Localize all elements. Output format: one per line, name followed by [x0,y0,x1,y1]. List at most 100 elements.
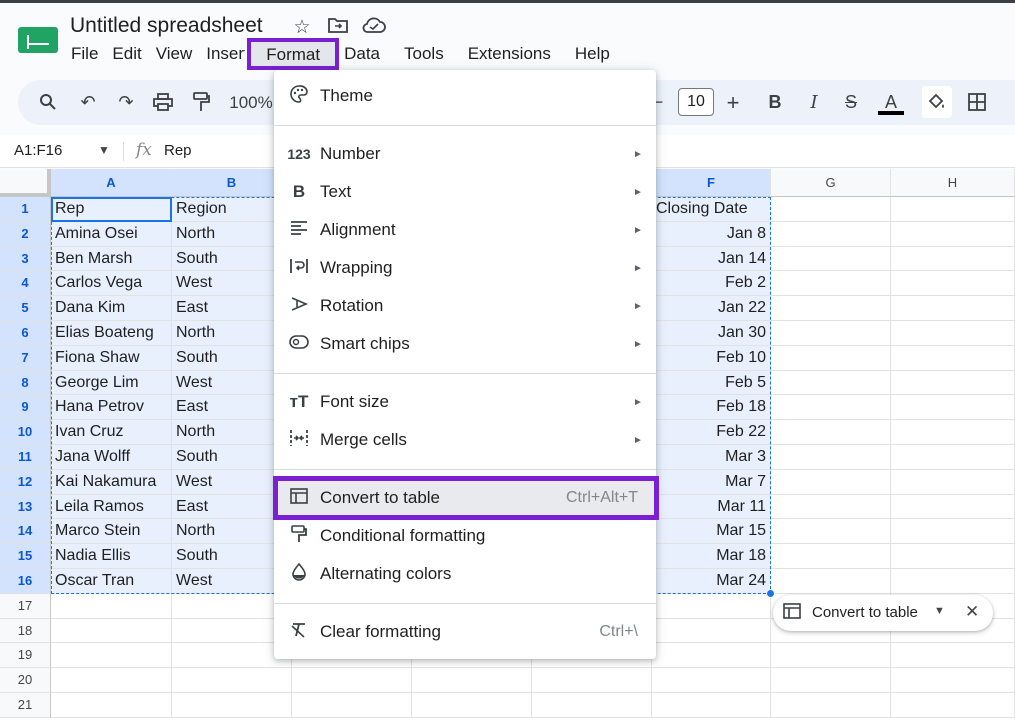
font-size-input[interactable]: 10 [678,88,714,116]
grid-cell[interactable] [891,643,1015,669]
grid-cell[interactable]: Mar 11 [652,494,771,520]
row-header-10[interactable]: 10 [0,420,51,445]
document-title[interactable]: Untitled spreadsheet [70,14,263,38]
increase-font-size-button[interactable]: + [722,80,744,125]
grid-cell[interactable] [891,271,1015,297]
move-to-folder-icon[interactable] [326,16,350,40]
chevron-down-icon[interactable]: ▼ [934,605,945,617]
text-color-button[interactable]: A [876,80,906,125]
grid-cell[interactable]: Jan 14 [652,246,771,272]
menu-item-alignment[interactable]: Alignment ► [274,211,656,249]
convert-to-table-chip[interactable]: Convert to table ▼ ✕ [773,595,993,631]
grid-cell[interactable] [771,370,891,396]
grid-cell[interactable]: Elias Boateng [51,321,172,346]
grid-cell[interactable] [891,221,1015,247]
zoom-select[interactable]: 100% [228,80,274,125]
column-header-h[interactable]: H [891,169,1015,197]
menu-help[interactable]: Help [568,42,617,70]
grid-cell[interactable]: Dana Kim [51,296,172,321]
search-menus-icon[interactable] [36,80,60,125]
row-header-4[interactable]: 4 [0,271,51,297]
paint-format-icon[interactable] [188,80,214,125]
grid-cell[interactable]: Mar 3 [652,445,771,470]
row-header-1[interactable]: 1 [0,197,51,222]
grid-cell[interactable] [891,445,1015,470]
grid-cell[interactable] [891,569,1015,594]
grid-cell[interactable] [891,246,1015,272]
grid-cell[interactable] [891,668,1015,693]
grid-cell[interactable]: Ben Marsh [51,246,172,272]
menu-tools[interactable]: Tools [397,42,451,70]
menu-item-merge-cells[interactable]: Merge cells ► [274,421,656,459]
row-header-19[interactable]: 19 [0,643,51,669]
grid-cell[interactable] [891,469,1015,495]
undo-icon[interactable]: ↶ [76,80,100,125]
grid-cell[interactable]: Fiona Shaw [51,345,172,371]
grid-cell[interactable] [51,643,172,669]
grid-cell[interactable]: Leila Ramos [51,494,172,520]
row-header-6[interactable]: 6 [0,321,51,346]
column-header-a[interactable]: A [51,169,172,197]
grid-cell[interactable]: Mar 15 [652,519,771,545]
name-box-dropdown-icon[interactable]: ▼ [98,143,110,157]
grid-cell[interactable] [771,271,891,297]
print-icon[interactable] [150,80,176,125]
grid-cell[interactable]: Marco Stein [51,519,172,545]
menu-item-smart-chips[interactable]: Smart chips ► [274,325,656,363]
grid-cell[interactable]: Jan 30 [652,321,771,346]
grid-cell[interactable]: Feb 10 [652,345,771,371]
grid-cell[interactable] [771,395,891,421]
grid-cell[interactable] [771,296,891,321]
row-header-12[interactable]: 12 [0,469,51,495]
grid-cell[interactable]: Amina Osei [51,221,172,247]
grid-cell[interactable] [891,370,1015,396]
grid-cell[interactable]: Carlos Vega [51,271,172,297]
name-box[interactable]: A1:F16 [14,142,62,159]
close-icon[interactable]: ✕ [965,602,979,622]
row-header-18[interactable]: 18 [0,618,51,644]
grid-cell[interactable]: Rep [51,197,172,222]
grid-cell[interactable]: Mar 24 [652,569,771,594]
menu-item-alternating-colors[interactable]: Alternating colors [274,555,656,593]
row-header-13[interactable]: 13 [0,494,51,520]
grid-cell[interactable] [292,668,412,693]
menu-extensions[interactable]: Extensions [461,42,558,70]
row-header-11[interactable]: 11 [0,445,51,470]
grid-cell[interactable] [891,345,1015,371]
grid-cell[interactable] [771,321,891,346]
row-header-17[interactable]: 17 [0,593,51,619]
grid-cell[interactable] [891,296,1015,321]
grid-cell[interactable] [172,668,292,693]
row-header-8[interactable]: 8 [0,370,51,396]
grid-cell[interactable] [891,420,1015,445]
bold-button[interactable]: B [763,80,787,125]
grid-cell[interactable] [771,345,891,371]
grid-cell[interactable]: Feb 2 [652,271,771,297]
grid-cell[interactable]: Oscar Tran [51,569,172,594]
grid-cell[interactable] [532,668,652,693]
row-header-9[interactable]: 9 [0,395,51,421]
grid-cell[interactable]: Feb 18 [652,395,771,421]
grid-cell[interactable] [771,519,891,545]
menu-item-font-size[interactable]: тT Font size ► [274,383,656,421]
grid-cell[interactable] [771,197,891,222]
grid-cell[interactable] [652,593,771,619]
grid-cell[interactable] [891,494,1015,520]
grid-cell[interactable]: Kai Nakamura [51,469,172,495]
sheets-logo-icon[interactable] [18,27,58,53]
grid-cell[interactable]: Mar 7 [652,469,771,495]
menu-item-conditional-formatting[interactable]: Conditional formatting [274,517,656,555]
column-header-f[interactable]: F [652,169,771,197]
select-all-corner[interactable] [0,169,51,197]
menu-view[interactable]: View [149,42,200,70]
menu-item-wrapping[interactable]: Wrapping ► [274,249,656,287]
grid-cell[interactable] [771,494,891,520]
row-header-7[interactable]: 7 [0,345,51,371]
grid-cell[interactable] [771,569,891,594]
strikethrough-button[interactable]: S [839,80,863,125]
menu-file[interactable]: File [64,42,105,70]
menu-data[interactable]: Data [337,42,387,70]
grid-cell[interactable] [891,544,1015,569]
grid-cell[interactable] [771,221,891,247]
grid-cell[interactable] [51,593,172,619]
